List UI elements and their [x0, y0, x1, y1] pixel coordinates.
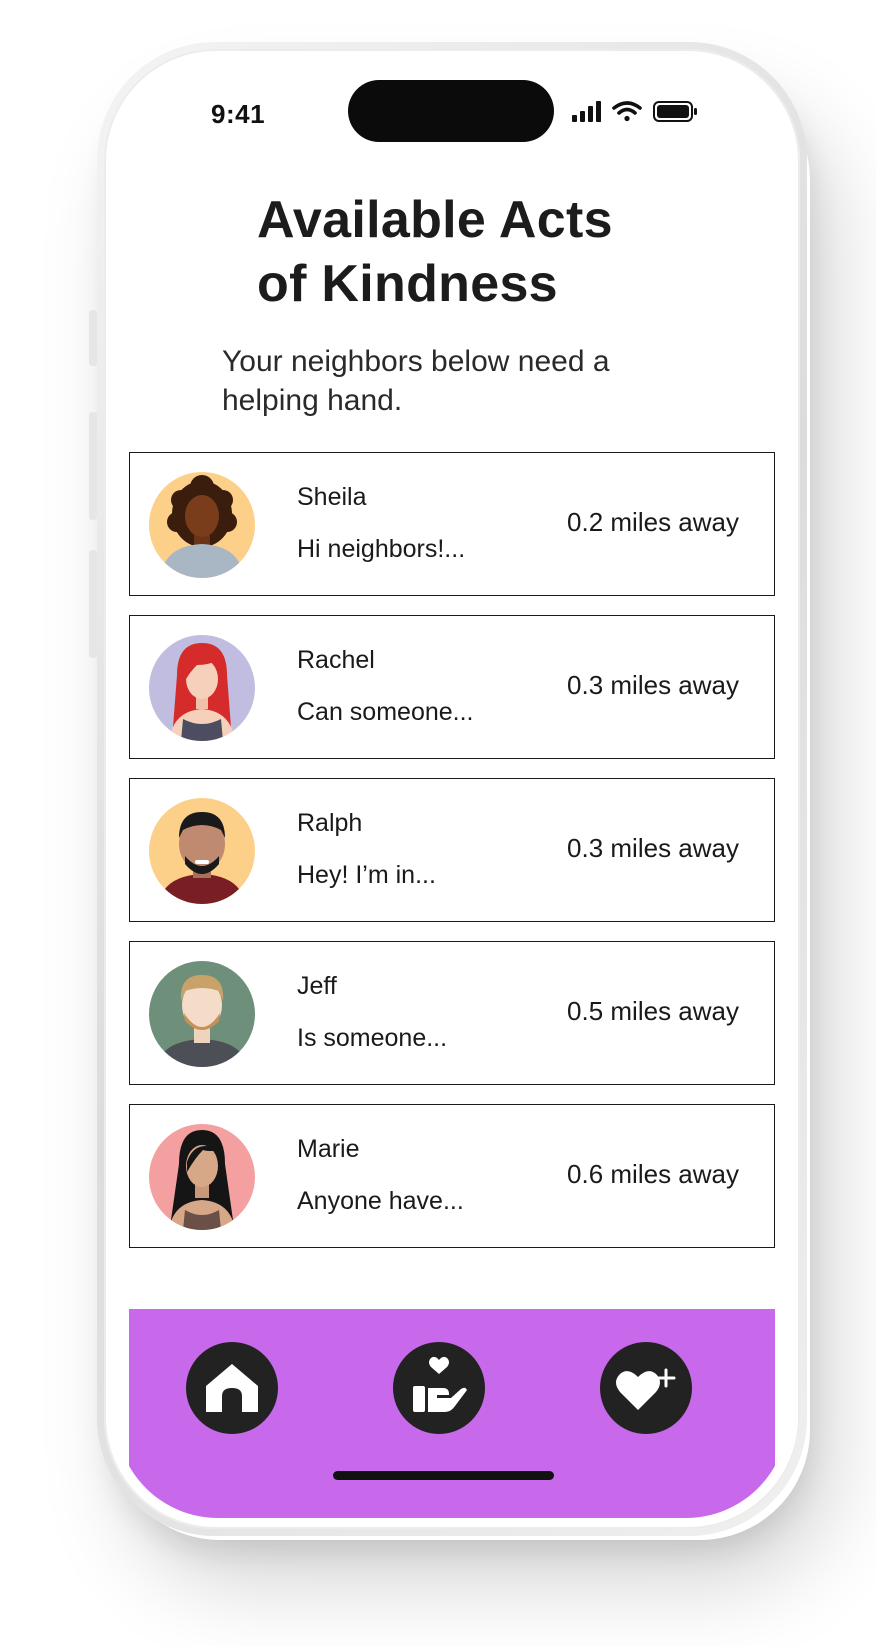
request-message-preview: Can someone... [297, 698, 474, 726]
request-card-jeff[interactable]: Jeff Is someone... 0.5 miles away [129, 941, 775, 1085]
avatar-marie [149, 1124, 255, 1230]
request-card-marie[interactable]: Marie Anyone have... 0.6 miles away [129, 1104, 775, 1248]
helping-hand-icon [413, 1356, 467, 1412]
nav-add-favorite-button[interactable] [600, 1342, 692, 1434]
request-message-preview: Is someone... [297, 1024, 448, 1052]
phone-screen: 9:41 Available Acts of Kindness Your nei… [116, 60, 788, 1518]
page-title: Available Acts of Kindness [257, 191, 613, 313]
request-distance: 0.2 miles away [567, 507, 739, 537]
requester-name: Jeff [297, 972, 337, 1000]
requester-name: Rachel [297, 646, 375, 674]
home-indicator[interactable] [333, 1471, 554, 1480]
page-subtitle: Your neighbors below need a helping hand… [222, 345, 610, 417]
volume-down-button [89, 550, 97, 658]
requester-name: Ralph [297, 809, 363, 837]
heart-plus-icon [616, 1368, 676, 1410]
stage: 9:41 Available Acts of Kindness Your nei… [0, 0, 876, 1646]
request-card-sheila[interactable]: Sheila Hi neighbors!... 0.2 miles away [129, 452, 775, 596]
request-card-rachel[interactable]: Rachel Can someone... 0.3 miles away [129, 615, 775, 759]
nav-helping-hand-button[interactable] [393, 1342, 485, 1434]
action-button [89, 310, 97, 366]
avatar-jeff [149, 961, 255, 1067]
avatar-rachel [149, 635, 255, 741]
avatar-ralph [149, 798, 255, 904]
status-time: 9:41 [211, 99, 266, 129]
request-message-preview: Anyone have... [297, 1187, 464, 1215]
signal-icon [572, 101, 601, 122]
wifi-icon [612, 101, 642, 122]
request-distance: 0.3 miles away [567, 833, 739, 863]
status-icons-graphic [572, 101, 697, 122]
request-distance: 0.5 miles away [567, 996, 739, 1026]
request-distance: 0.6 miles away [567, 1159, 739, 1189]
request-message-preview: Hi neighbors!... [297, 535, 466, 563]
avatar-sheila [149, 472, 255, 578]
request-distance: 0.3 miles away [567, 670, 739, 700]
nav-home-button[interactable] [186, 1342, 278, 1434]
dynamic-island [348, 80, 554, 142]
requester-name: Sheila [297, 483, 367, 511]
home-icon [206, 1364, 258, 1412]
bottom-nav [129, 1309, 775, 1518]
request-card-ralph[interactable]: Ralph Hey! I’m in... 0.3 miles away [129, 778, 775, 922]
requester-name: Marie [297, 1135, 360, 1163]
battery-icon [653, 101, 697, 122]
volume-up-button [89, 412, 97, 520]
request-message-preview: Hey! I’m in... [297, 861, 436, 889]
